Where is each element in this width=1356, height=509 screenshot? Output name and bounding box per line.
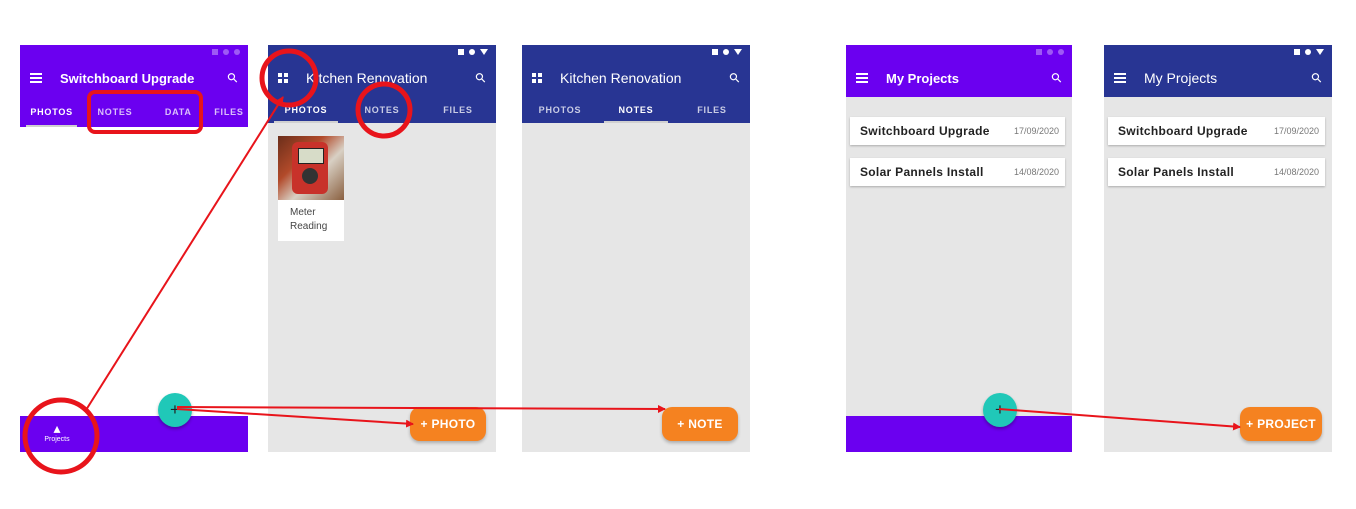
arrow-fab-to-photo — [176, 408, 414, 428]
arrow-projects-to-grid — [85, 96, 284, 411]
highlight-box-notes-data — [87, 90, 203, 134]
annotation-overlay — [22, 48, 1241, 475]
highlight-circle-grid — [259, 48, 319, 108]
arrow-fab-to-project — [998, 408, 1241, 431]
highlight-circle-projects — [22, 397, 100, 475]
arrow-fab-to-note — [176, 404, 666, 413]
highlight-circle-notes-tab — [355, 81, 413, 139]
